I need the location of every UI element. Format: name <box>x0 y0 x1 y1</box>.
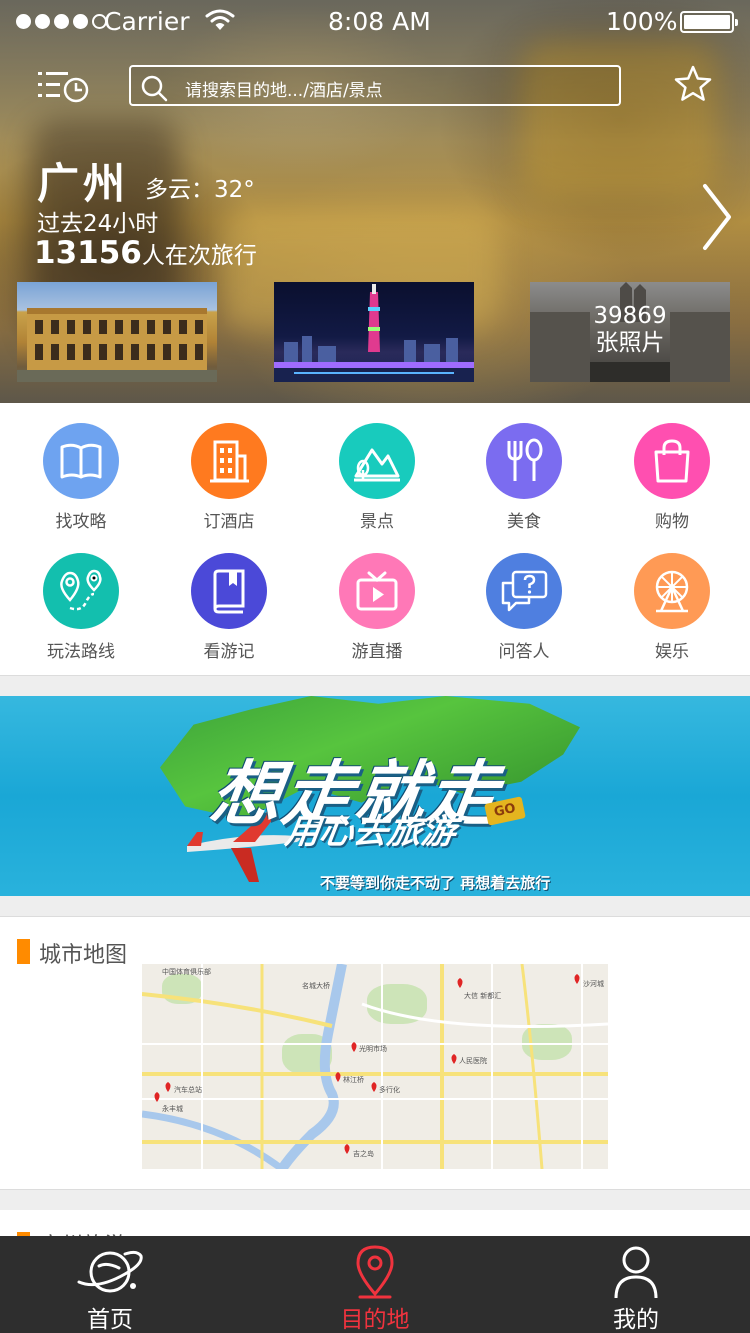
journal-icon <box>213 569 245 614</box>
city-map[interactable]: 大信 新都汇 沙河城 光明市场 人民医院 林江桥 多行化 永丰城 汽车总站 吉之… <box>142 964 608 1169</box>
tab-profile[interactable]: 我的 <box>561 1236 711 1333</box>
category-icon-bg <box>191 553 267 629</box>
category-label: 玩法路线 <box>47 642 115 662</box>
category-grid: 找攻略 订酒店 景点 美食 购物 玩法路线 看游记 游直播 问答人 娱乐 <box>0 403 750 675</box>
wifi-icon <box>205 8 235 38</box>
planet-icon <box>77 1250 143 1293</box>
map-place-label: 名城大桥 <box>302 982 330 990</box>
category-live[interactable]: 游直播 <box>317 553 437 662</box>
traveler-text: 人在次旅行 <box>141 243 257 269</box>
category-label: 看游记 <box>203 642 255 662</box>
category-attractions[interactable]: 景点 <box>317 423 437 532</box>
category-icon-bg <box>339 553 415 629</box>
city-photo-thumbnail[interactable] <box>274 282 474 382</box>
search-placeholder: 请搜索目的地.../酒店/景点 <box>185 81 383 101</box>
category-icon-bg <box>339 423 415 499</box>
hotel-icon <box>210 440 249 483</box>
category-label: 游直播 <box>351 642 403 662</box>
promo-banner[interactable]: 想走就走 用心去旅游 GO 不要等到你走不动了 再想着去旅行 <box>0 696 750 896</box>
category-hotel[interactable]: 订酒店 <box>169 423 289 532</box>
tab-label: 目的地 <box>340 1307 410 1333</box>
fork-spoon-icon <box>507 438 543 481</box>
bottom-tab-bar: 首页 目的地 我的 <box>0 1236 750 1333</box>
status-bar: Carrier 8:08 AM 100% <box>0 0 750 44</box>
map-place-label: 大信 新都汇 <box>464 992 502 1000</box>
map-river <box>142 964 608 1169</box>
search-icon <box>140 74 168 106</box>
photo-count: 39869 <box>593 303 667 329</box>
map-place-label: 沙河城 <box>583 980 604 988</box>
search-input[interactable]: 请搜索目的地.../酒店/景点 <box>129 65 621 106</box>
battery-icon <box>680 11 738 33</box>
city-hero: Carrier 8:08 AM 100% 请搜索目的地.../酒店/景点 广州 … <box>0 0 750 403</box>
book-icon <box>60 443 102 479</box>
city-photo-thumbnail[interactable] <box>17 282 217 382</box>
banner-subline: 用心去旅游 <box>282 812 459 852</box>
category-label: 娱乐 <box>655 642 689 662</box>
category-label: 找攻略 <box>55 512 107 532</box>
map-place-label: 汽车总站 <box>174 1086 202 1094</box>
category-food[interactable]: 美食 <box>464 423 584 532</box>
ferris-wheel-icon <box>655 570 689 613</box>
map-place-label: 中国体育俱乐部 <box>162 968 211 976</box>
question-bubble-icon <box>501 570 548 612</box>
category-icon-bg <box>634 423 710 499</box>
city-name: 广州 <box>37 159 130 208</box>
section-divider <box>0 1189 750 1210</box>
map-place-label: 多行化 <box>379 1086 400 1094</box>
signal-strength-icon <box>16 14 107 29</box>
carrier-name: Carrier <box>104 7 190 36</box>
map-place-label: 光明市场 <box>359 1045 387 1053</box>
map-place-label: 人民医院 <box>459 1057 487 1065</box>
category-icon-bg <box>43 423 119 499</box>
category-label: 购物 <box>655 512 689 532</box>
map-place-label: 永丰城 <box>162 1105 183 1113</box>
photo-count-label: 张照片 <box>595 330 665 356</box>
city-map-section: 城市地图 大信 新都汇 沙河城 光明市场 人民医院 林江桥 多行化 永丰城 汽车… <box>0 917 750 1189</box>
city-photo-count-thumbnail[interactable]: 39869 张照片 <box>530 282 730 382</box>
mountain-icon <box>354 448 400 482</box>
category-icon-bg <box>486 553 562 629</box>
weather-text: 多云：32° <box>145 177 255 203</box>
category-label: 订酒店 <box>203 512 255 532</box>
user-icon <box>614 1246 658 1299</box>
category-label: 美食 <box>507 512 541 532</box>
tab-home[interactable]: 首页 <box>35 1236 185 1333</box>
category-entertainment[interactable]: 娱乐 <box>612 553 732 662</box>
category-routes[interactable]: 玩法路线 <box>21 553 141 662</box>
section-title: 城市地图 <box>39 943 128 968</box>
category-label: 景点 <box>360 512 394 532</box>
past-24h-label: 过去24小时 <box>37 211 159 237</box>
category-icon-bg <box>191 423 267 499</box>
section-divider <box>0 675 750 696</box>
section-divider <box>0 896 750 917</box>
star-icon[interactable] <box>673 64 713 104</box>
route-pin-icon <box>60 569 102 611</box>
category-travel-notes[interactable]: 看游记 <box>169 553 289 662</box>
shopping-bag-icon <box>654 439 690 483</box>
chevron-right-icon[interactable] <box>700 182 734 252</box>
section-marker <box>17 939 30 964</box>
location-pin-icon <box>356 1245 394 1299</box>
tv-play-icon <box>356 571 398 611</box>
status-time: 8:08 AM <box>328 7 431 36</box>
category-qa[interactable]: 问答人 <box>464 553 584 662</box>
category-guides[interactable]: 找攻略 <box>21 423 141 532</box>
history-list-icon[interactable] <box>36 66 92 106</box>
category-label: 问答人 <box>498 642 550 662</box>
category-shopping[interactable]: 购物 <box>612 423 732 532</box>
tab-label: 我的 <box>613 1307 659 1333</box>
photo-count-overlay: 39869 张照片 <box>530 303 730 357</box>
category-icon-bg <box>486 423 562 499</box>
map-place-label: 林江桥 <box>343 1076 364 1084</box>
tab-destination[interactable]: 目的地 <box>300 1236 450 1333</box>
category-icon-bg <box>634 553 710 629</box>
traveler-count: 13156 <box>34 235 142 271</box>
map-place-label: 吉之岛 <box>353 1150 374 1158</box>
banner-tagline: 不要等到你走不动了 再想着去旅行 <box>320 874 551 892</box>
battery-percentage: 100% <box>606 7 678 36</box>
traveler-stat: 13156人在次旅行 <box>34 235 257 271</box>
tab-label: 首页 <box>87 1307 133 1333</box>
category-icon-bg <box>43 553 119 629</box>
